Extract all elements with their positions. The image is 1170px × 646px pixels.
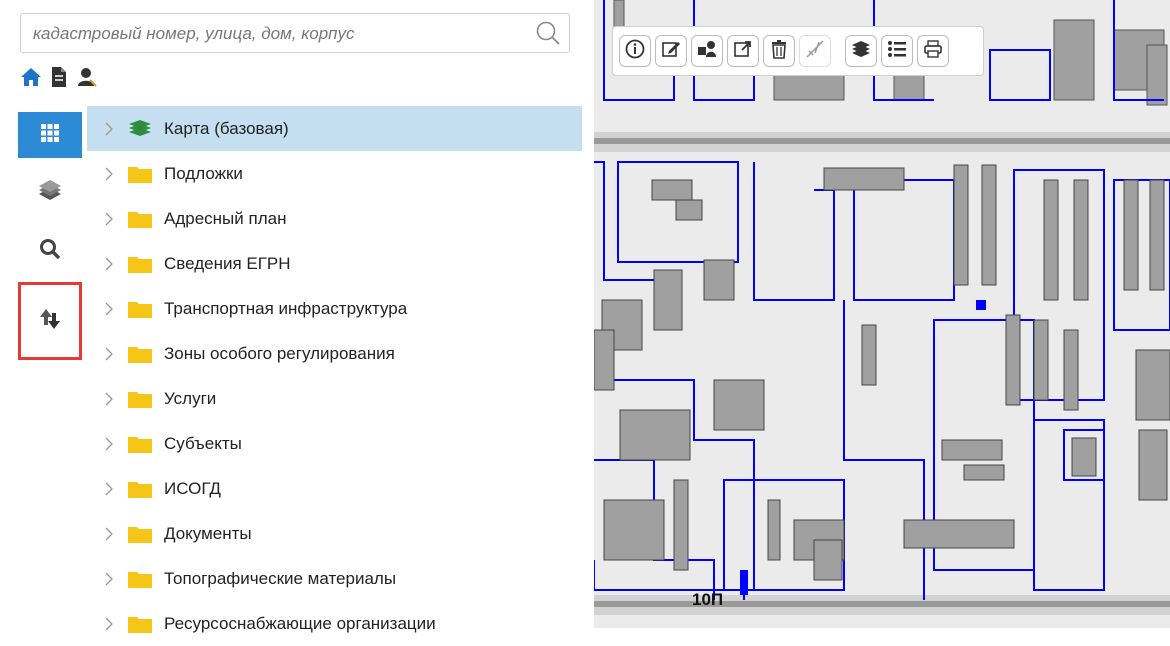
search-box xyxy=(20,13,570,53)
delete-icon xyxy=(769,39,789,64)
chevron-right-icon[interactable] xyxy=(104,167,119,181)
swap-icon xyxy=(38,307,62,336)
tool-rail xyxy=(18,112,84,372)
print-button[interactable] xyxy=(917,35,949,67)
folder-icon xyxy=(128,435,154,453)
layer-tree-label: ИСОГД xyxy=(164,478,221,498)
rail-tab-layers-grid[interactable] xyxy=(18,112,82,158)
edit-button[interactable] xyxy=(655,35,687,67)
folder-icon xyxy=(128,210,154,228)
user-icon[interactable] xyxy=(76,66,98,88)
grid-icon xyxy=(40,123,60,148)
folder-icon xyxy=(128,525,154,543)
edit-icon xyxy=(661,39,681,64)
chevron-right-icon[interactable] xyxy=(104,572,119,586)
list-icon xyxy=(887,39,907,64)
chevron-right-icon[interactable] xyxy=(104,257,119,271)
layer-tree-label: Адресный план xyxy=(164,208,287,228)
folder-icon xyxy=(128,345,154,363)
folder-icon xyxy=(128,300,154,318)
chevron-right-icon[interactable] xyxy=(104,212,119,226)
folder-icon xyxy=(128,255,154,273)
layer-tree-item[interactable]: Подложки xyxy=(87,151,582,196)
layer-tree-item[interactable]: Ресурсоснабжающие организации xyxy=(87,601,582,646)
layer-tree-label: Субъекты xyxy=(164,433,242,453)
folder-icon xyxy=(128,480,154,498)
rail-tab-swap[interactable] xyxy=(18,282,82,360)
info-button[interactable] xyxy=(619,35,651,67)
layers-icon xyxy=(37,179,63,207)
layer-tree-item[interactable]: Сведения ЕГРН xyxy=(87,241,582,286)
layer-tree-item[interactable]: Транспортная инфраструктура xyxy=(87,286,582,331)
layer-tree-label: Услуги xyxy=(164,388,217,408)
folder-icon xyxy=(128,390,154,408)
layer-tree-item[interactable]: Субъекты xyxy=(87,421,582,466)
layer-tree-label: Топографические материалы xyxy=(164,568,397,588)
measure-button[interactable] xyxy=(799,35,831,67)
search-icon xyxy=(39,238,61,265)
identify-button[interactable] xyxy=(691,35,723,67)
layers-icon xyxy=(128,119,154,138)
folder-icon xyxy=(128,570,154,588)
layer-tree-item[interactable]: ИСОГД xyxy=(87,466,582,511)
layer-tree-item[interactable]: Топографические материалы xyxy=(87,556,582,601)
layer-tree-label: Зоны особого регулирования xyxy=(164,343,395,363)
export-button[interactable] xyxy=(727,35,759,67)
layer-tree-item[interactable]: Документы xyxy=(87,511,582,556)
layer-tree-item[interactable]: Зоны особого регулирования xyxy=(87,331,582,376)
search-input[interactable] xyxy=(31,20,525,48)
chevron-right-icon[interactable] xyxy=(104,392,119,406)
map-toolbar xyxy=(612,26,984,76)
chevron-right-icon[interactable] xyxy=(104,437,119,451)
chevron-right-icon[interactable] xyxy=(104,527,119,541)
layer-tree-item[interactable]: Услуги xyxy=(87,376,582,421)
layer-tree-item[interactable]: Карта (базовая) xyxy=(87,106,582,151)
folder-icon xyxy=(128,165,154,183)
layer-tree-label: Ресурсоснабжающие организации xyxy=(164,613,436,633)
measure-icon xyxy=(805,39,825,64)
road-label: 10П xyxy=(692,590,724,609)
rail-tab-layers[interactable] xyxy=(18,170,82,216)
chevron-right-icon[interactable] xyxy=(104,482,119,496)
layer-tree-label: Карта (базовая) xyxy=(164,118,289,138)
chevron-right-icon[interactable] xyxy=(104,122,119,136)
layer-tree-label: Документы xyxy=(164,523,252,543)
layer-tree-label: Подложки xyxy=(164,163,243,183)
quick-actions xyxy=(20,65,98,89)
map-drawing xyxy=(594,0,1170,628)
document-icon[interactable] xyxy=(48,66,70,88)
chevron-right-icon[interactable] xyxy=(104,347,119,361)
layers-icon xyxy=(850,39,872,64)
layer-tree-label: Сведения ЕГРН xyxy=(164,253,291,273)
rail-tab-search[interactable] xyxy=(18,228,82,274)
delete-button[interactable] xyxy=(763,35,795,67)
legend-button[interactable] xyxy=(881,35,913,67)
layer-tree: Карта (базовая) Подложки Адресный план Свед… xyxy=(87,106,582,646)
layer-tree-label: Транспортная инфраструктура xyxy=(164,298,408,318)
info-icon xyxy=(625,39,645,64)
search-icon[interactable] xyxy=(535,20,561,46)
map-canvas[interactable]: 10П xyxy=(594,0,1170,628)
layers-button[interactable] xyxy=(845,35,877,67)
identify-icon xyxy=(697,39,717,64)
print-icon xyxy=(923,39,943,64)
folder-icon xyxy=(128,615,154,633)
layer-tree-item[interactable]: Адресный план xyxy=(87,196,582,241)
export-icon xyxy=(733,39,753,64)
layers-panel: Карта (базовая) Подложки Адресный план Свед… xyxy=(0,0,594,633)
home-icon[interactable] xyxy=(20,66,42,88)
chevron-right-icon[interactable] xyxy=(104,302,119,316)
chevron-right-icon[interactable] xyxy=(104,617,119,631)
